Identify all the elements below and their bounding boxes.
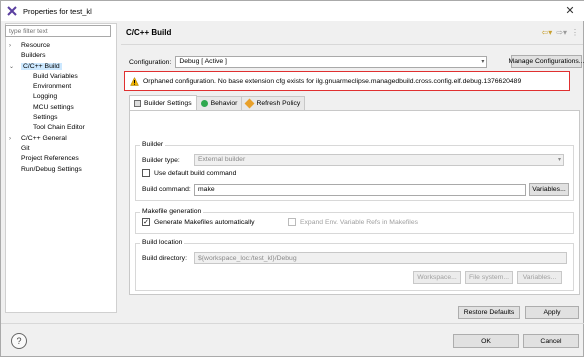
warning-icon [130, 76, 139, 86]
tree-item-mcu-settings[interactable]: MCU settings [7, 103, 115, 113]
builder-variables-button[interactable]: Variables... [529, 183, 569, 196]
builder-type-value: External builder [198, 156, 246, 163]
property-tree: › Resource Builders ⌄ C/C++ Build Build Va… [7, 41, 115, 175]
eclipse-app-icon [7, 6, 17, 16]
window-title: Properties for test_kl [23, 6, 92, 16]
tree-item-environment[interactable]: Environment [7, 82, 115, 92]
chevron-down-icon: ▾ [481, 59, 485, 65]
build-directory-input[interactable] [194, 252, 567, 264]
header-divider [121, 44, 583, 45]
location-variables-button[interactable]: Variables... [517, 271, 562, 284]
close-button[interactable]: ✕ [563, 4, 577, 18]
builder-settings-icon [134, 99, 141, 107]
restore-defaults-button[interactable]: Restore Defaults [458, 306, 520, 319]
tree-item-cpp-general[interactable]: › C/C++ General [7, 134, 115, 144]
build-command-label: Build command: [142, 186, 191, 193]
workspace-button[interactable]: Workspace... [413, 271, 461, 284]
expand-env-refs-label: Expand Env. Variable Refs in Makefiles [300, 218, 418, 226]
tree-item-cpp-build[interactable]: ⌄ C/C++ Build [7, 62, 115, 72]
tree-item-project-references[interactable]: Project References [7, 154, 115, 164]
tree-item-git[interactable]: Git [7, 144, 115, 154]
view-menu-icon[interactable]: ⋮ [571, 28, 579, 37]
configuration-value: Debug [ Active ] [179, 58, 227, 65]
build-directory-row: Build directory: [142, 252, 567, 264]
tree-item-tool-chain-editor[interactable]: Tool Chain Editor [7, 123, 115, 133]
collapse-arrow-icon[interactable]: ⌄ [9, 62, 14, 72]
expand-arrow-icon[interactable]: › [9, 134, 11, 144]
tab-builder-settings[interactable]: Builder Settings [129, 95, 197, 110]
tree-item-run-debug-settings[interactable]: Run/Debug Settings [7, 165, 115, 175]
expand-env-refs-row[interactable]: Expand Env. Variable Refs in Makefiles [288, 218, 418, 226]
footer-divider [1, 323, 584, 324]
build-directory-label: Build directory: [142, 254, 187, 262]
use-default-command-label: Use default build command [154, 169, 237, 177]
back-arrow-icon[interactable]: ⇦▾ [542, 28, 553, 37]
configuration-label: Configuration: [129, 58, 172, 66]
tree-item-settings[interactable]: Settings [7, 113, 115, 123]
generate-makefiles-label: Generate Makefiles automatically [154, 218, 255, 226]
ok-button[interactable]: OK [453, 334, 519, 348]
tree-item-logging[interactable]: Logging [7, 92, 115, 102]
tree-item-builders[interactable]: Builders [7, 51, 115, 61]
page-title: C/C++ Build [126, 28, 172, 37]
tab-bar: Builder Settings Behavior Refresh Policy [129, 95, 306, 110]
title-bar: Properties for test_kl ✕ [1, 1, 584, 21]
builder-group-title: Builder [140, 141, 166, 148]
filter-input[interactable] [5, 25, 111, 37]
orphaned-configuration-warning: Orphaned configuration. No base extensio… [124, 71, 570, 91]
generate-makefiles-checkbox[interactable]: ✓ [142, 218, 150, 226]
manage-configurations-button[interactable]: Manage Configurations... [509, 55, 584, 68]
chevron-down-icon: ▾ [557, 157, 561, 163]
expand-arrow-icon[interactable]: › [9, 41, 11, 51]
configuration-row: Configuration: Debug [ Active ] ▾ [129, 56, 488, 68]
use-default-command-row[interactable]: Use default build command [142, 169, 236, 177]
forward-arrow-icon[interactable]: ⇨▾ [556, 28, 567, 37]
cancel-button[interactable]: Cancel [523, 334, 579, 348]
apply-button[interactable]: Apply [525, 306, 579, 319]
page-navigation: ⇦▾ ⇨▾ ⋮ [542, 28, 579, 37]
generate-makefiles-row[interactable]: ✓ Generate Makefiles automatically [142, 218, 255, 226]
configuration-select[interactable]: Debug [ Active ] ▾ [175, 56, 488, 68]
build-location-group-title: Build location [140, 239, 185, 246]
help-icon[interactable]: ? [11, 333, 27, 349]
makefile-group-title: Makefile generation [140, 208, 204, 215]
use-default-command-checkbox[interactable] [142, 169, 150, 177]
build-command-row: Build command: Variables... [142, 183, 569, 196]
tree-item-resource[interactable]: › Resource [7, 41, 115, 51]
behavior-icon [200, 100, 208, 107]
warning-text: Orphaned configuration. No base extensio… [143, 77, 522, 85]
builder-settings-panel: Builder Builder type: External builder ▾… [129, 110, 580, 295]
expand-env-refs-checkbox[interactable] [288, 218, 296, 226]
builder-type-select[interactable]: External builder ▾ [194, 154, 564, 166]
builder-type-label: Builder type: [142, 156, 180, 164]
tab-refresh-policy[interactable]: Refresh Policy [241, 96, 306, 110]
refresh-policy-icon [244, 98, 255, 109]
builder-type-row: Builder type: External builder ▾ [142, 154, 564, 166]
build-command-input[interactable] [194, 183, 526, 196]
properties-dialog: Properties for test_kl ✕ ›Resource Build… [0, 0, 584, 357]
tree-item-build-variables[interactable]: Build Variables [7, 72, 115, 82]
file-system-button[interactable]: File system... [465, 271, 513, 284]
right-pane: C/C++ Build ⇦▾ ⇨▾ ⋮ Configuration: Debug… [121, 23, 584, 323]
tab-behavior[interactable]: Behavior [195, 96, 243, 110]
